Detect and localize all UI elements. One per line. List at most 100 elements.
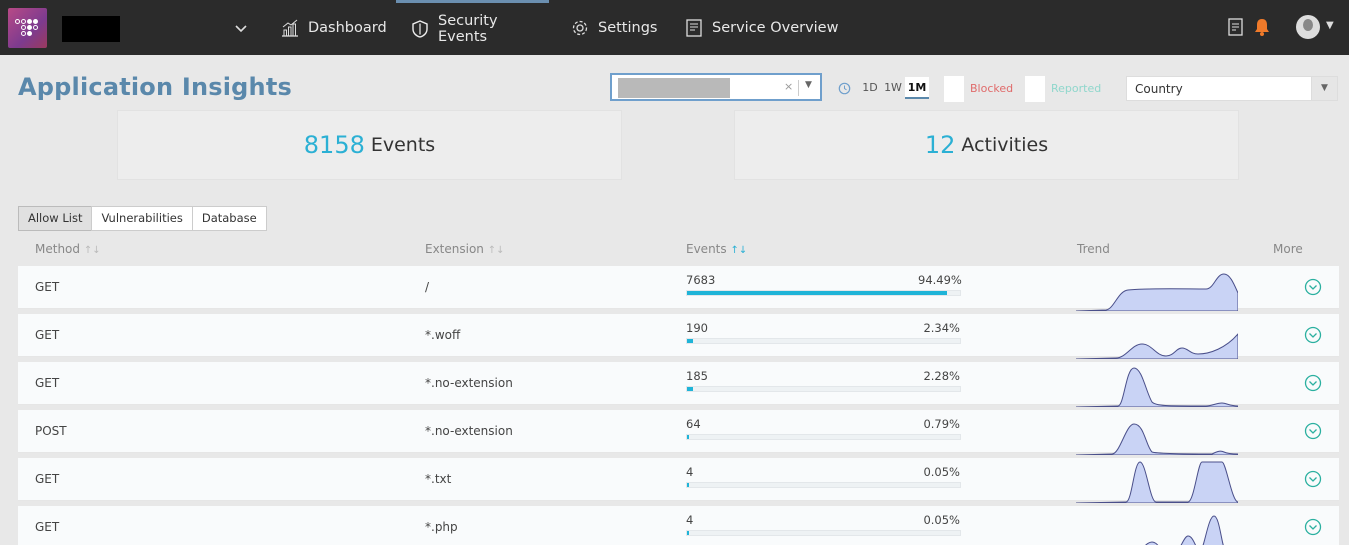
extension-cell: *.txt — [425, 472, 452, 486]
blocked-checkbox[interactable] — [944, 76, 964, 102]
events-progress-fill — [687, 435, 689, 439]
blocked-label[interactable]: Blocked — [970, 82, 1013, 95]
events-percent-cell: 94.49% — [918, 273, 962, 287]
table-row[interactable]: GET *.php 4 0.05% — [18, 506, 1339, 545]
sort-active-icon[interactable]: ↑↓ — [730, 245, 747, 256]
top-navbar: Dashboard Security Events Settings Servi… — [0, 0, 1349, 55]
column-header-method[interactable]: Method ↑↓ — [35, 242, 101, 256]
table-row[interactable]: GET *.woff 190 2.34% — [18, 314, 1339, 359]
nav-dashboard-label: Dashboard — [308, 19, 387, 36]
method-cell: GET — [35, 328, 60, 342]
application-selector[interactable]: × ▼ — [610, 73, 822, 101]
expand-row-chevron-icon[interactable] — [1304, 326, 1322, 344]
expand-row-chevron-icon[interactable] — [1304, 422, 1322, 440]
column-header-trend: Trend — [1077, 242, 1110, 256]
events-progress-track — [686, 338, 961, 344]
trend-sparkline — [1076, 333, 1238, 359]
dashboard-chart-icon — [280, 18, 300, 38]
tab-allow-list[interactable]: Allow List — [18, 206, 93, 231]
tab-database[interactable]: Database — [191, 206, 267, 231]
events-count-cell: 7683 — [686, 273, 716, 287]
expand-row-chevron-icon[interactable] — [1304, 278, 1322, 296]
trend-sparkline — [1076, 423, 1238, 455]
events-progress-track — [686, 290, 961, 296]
reported-label[interactable]: Reported — [1051, 82, 1101, 95]
table-row[interactable]: GET *.txt 4 0.05% — [18, 458, 1339, 503]
column-extension-label: Extension — [425, 242, 484, 256]
app-logo[interactable] — [8, 8, 47, 48]
trend-sparkline — [1076, 461, 1238, 503]
sort-icon[interactable]: ↑↓ — [488, 245, 505, 256]
document-icon — [684, 18, 704, 38]
extension-cell: *.woff — [425, 328, 461, 342]
extension-cell: *.php — [425, 520, 458, 534]
events-count-cell: 4 — [686, 513, 694, 527]
events-count-cell: 190 — [686, 321, 708, 335]
expand-row-chevron-icon[interactable] — [1304, 470, 1322, 488]
column-method-label: Method — [35, 242, 81, 256]
sort-icon[interactable]: ↑↓ — [84, 245, 101, 256]
country-select-caret-icon[interactable]: ▼ — [1311, 77, 1337, 100]
events-progress-track — [686, 482, 961, 488]
nav-service-overview[interactable]: Service Overview — [684, 0, 838, 55]
clear-selection-icon[interactable]: × — [784, 80, 793, 93]
nav-settings[interactable]: Settings — [570, 0, 657, 55]
notification-bell-icon[interactable] — [1253, 17, 1271, 41]
expand-row-chevron-icon[interactable] — [1304, 374, 1322, 392]
table-row[interactable]: GET *.no-extension 185 2.28% — [18, 362, 1339, 407]
extension-cell: / — [425, 280, 430, 294]
country-select[interactable]: Country ▼ — [1126, 76, 1338, 101]
tab-vulnerabilities[interactable]: Vulnerabilities — [91, 206, 193, 231]
events-count: 8158 — [303, 131, 365, 159]
column-header-extension[interactable]: Extension ↑↓ — [425, 242, 505, 256]
clock-icon — [838, 80, 851, 99]
range-1w[interactable]: 1W — [882, 77, 904, 99]
trend-sparkline — [1145, 515, 1224, 545]
nav-settings-label: Settings — [598, 19, 658, 36]
events-progress-fill — [687, 531, 689, 535]
page-title: Application Insights — [18, 73, 292, 101]
extension-cell: *.no-extension — [425, 376, 513, 390]
nav-service-overview-label: Service Overview — [712, 19, 839, 36]
redacted-brand-name — [62, 16, 120, 42]
column-header-events[interactable]: Events ↑↓ — [686, 242, 747, 256]
trend-sparkline — [1076, 273, 1238, 311]
events-progress-fill — [687, 483, 689, 487]
method-cell: GET — [35, 280, 60, 294]
shield-icon — [410, 19, 430, 39]
nav-security-events[interactable]: Security Events — [396, 0, 549, 55]
nav-security-events-label: Security Events — [438, 13, 498, 45]
activities-stat-card: 12 Activities — [734, 110, 1239, 180]
events-progress-fill — [687, 291, 947, 295]
events-percent-cell: 0.79% — [923, 417, 960, 431]
events-progress-track — [686, 386, 961, 392]
report-icon[interactable] — [1227, 17, 1245, 41]
events-progress-track — [686, 434, 961, 440]
events-percent-cell: 0.05% — [923, 465, 960, 479]
events-label: Events — [370, 134, 436, 156]
avatar-caret-icon[interactable]: ▼ — [1326, 20, 1334, 31]
events-stat-card: 8158 Events — [117, 110, 622, 180]
method-cell: GET — [35, 472, 60, 486]
activities-count: 12 — [924, 131, 956, 159]
reported-checkbox[interactable] — [1025, 76, 1045, 102]
events-progress-fill — [687, 339, 693, 343]
nav-dashboard[interactable]: Dashboard — [280, 0, 387, 55]
table-row[interactable]: POST *.no-extension 64 0.79% — [18, 410, 1339, 455]
events-percent-cell: 2.28% — [923, 369, 960, 383]
user-avatar[interactable] — [1296, 15, 1320, 39]
table-row[interactable]: GET / 7683 94.49% — [18, 266, 1339, 311]
events-percent-cell: 2.34% — [923, 321, 960, 335]
selector-caret-icon[interactable]: ▼ — [805, 80, 812, 90]
events-count-cell: 64 — [686, 417, 701, 431]
range-1d[interactable]: 1D — [860, 77, 880, 99]
trend-sparkline — [1076, 367, 1238, 407]
events-progress-fill — [687, 387, 693, 391]
expand-row-chevron-icon[interactable] — [1304, 518, 1322, 536]
range-1m[interactable]: 1M — [905, 77, 929, 99]
country-select-label: Country — [1135, 82, 1183, 96]
gear-icon — [570, 18, 590, 38]
category-tabs: Allow List Vulnerabilities Database — [18, 206, 267, 231]
activities-label: Activities — [961, 134, 1049, 156]
app-switcher-chevron-icon[interactable] — [234, 18, 248, 38]
